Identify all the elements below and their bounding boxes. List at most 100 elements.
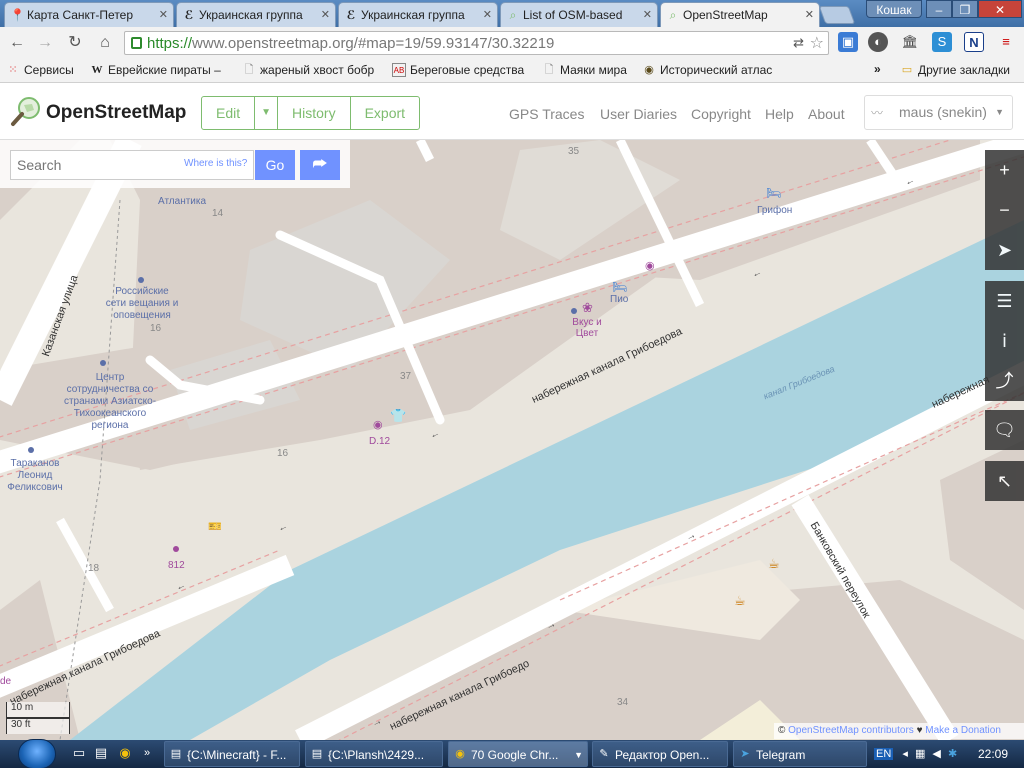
close-icon[interactable]: ✕ — [321, 8, 330, 21]
map-key-icon[interactable]: ⅰ — [985, 321, 1024, 361]
edit-dropdown-caret-icon[interactable]: ▼ — [255, 97, 279, 129]
minimize-button[interactable]: – — [926, 0, 952, 18]
export-button[interactable]: Export — [351, 97, 419, 129]
taskbar-item-chrome[interactable]: ◉ 70 Google Chr... ▼ — [448, 741, 588, 767]
start-button[interactable] — [18, 739, 56, 768]
close-icon[interactable]: ✕ — [483, 8, 492, 21]
osm-logo-icon[interactable] — [10, 96, 42, 128]
edit-button[interactable]: Edit — [202, 97, 256, 129]
bookmark-lighthouses[interactable]: 🗋 Маяки мира — [542, 63, 627, 77]
flower-shop-icon[interactable]: ❀ — [582, 300, 593, 316]
volume-icon[interactable]: ◀ — [932, 748, 940, 760]
donate-link[interactable]: Make a Donation — [925, 725, 1001, 736]
map-canvas[interactable]: Казанская улица набережная канала Грибое… — [0, 140, 1024, 740]
poi-label-atlantika[interactable]: Атлантика — [158, 196, 206, 208]
poi-label-d12[interactable]: D.12 — [369, 436, 390, 447]
extension-globe-icon[interactable]: ◐ — [868, 32, 888, 52]
directions-button[interactable]: ⮫ — [300, 150, 340, 180]
poi-label-center[interactable]: Центр сотрудничества со странами Азиатск… — [62, 372, 158, 432]
poi-label-person[interactable]: Тараканов Леонид Феликсович — [0, 458, 70, 494]
tab-openstreetmap[interactable]: ⌕ OpenStreetMap ✕ — [660, 2, 820, 27]
profile-button[interactable]: Кошак — [866, 0, 922, 18]
bookmarks-overflow-button[interactable]: » — [860, 62, 881, 76]
clothes-shop-icon[interactable]: 👕 — [390, 408, 406, 424]
nav-user-diaries[interactable]: User Diaries — [600, 106, 677, 122]
poi-label-pio[interactable]: Пио — [610, 294, 628, 306]
beauty-eye-icon[interactable]: ◉ — [645, 259, 655, 272]
zoom-out-icon[interactable]: − — [985, 190, 1024, 230]
office-dot-icon[interactable] — [100, 360, 106, 366]
close-icon[interactable]: ✕ — [643, 8, 652, 21]
share-icon[interactable]: ⤴ — [985, 361, 1024, 401]
tab-yandex-map[interactable]: 📍 Карта Санкт-Петер ✕ — [4, 2, 174, 27]
bookmark-beaver-tail[interactable]: 🗋 жареный хвост бобр — [242, 63, 375, 77]
home-icon[interactable]: ⌂ — [94, 33, 116, 53]
file-manager-icon[interactable]: ▤ — [92, 744, 110, 762]
query-features-icon[interactable]: ↖ — [985, 461, 1024, 501]
menu-icon[interactable]: ≡ — [996, 32, 1016, 52]
extension-n-icon[interactable]: N — [964, 32, 984, 52]
search-go-button[interactable]: Go — [255, 150, 295, 180]
maximize-button[interactable]: ❐ — [952, 0, 978, 18]
poi-label-grifon[interactable]: Грифон — [757, 205, 792, 217]
user-menu[interactable]: 〰 maus (snekin) ▼ — [864, 95, 1013, 130]
bookmark-coastal[interactable]: AB Береговые средства — [392, 63, 524, 77]
geolocate-icon[interactable]: ➤ — [985, 230, 1024, 270]
new-tab-button[interactable] — [818, 6, 856, 24]
tab-osm-list[interactable]: ⌕ List of OSM-based ✕ — [500, 2, 658, 27]
nav-gps-traces[interactable]: GPS Traces — [509, 106, 584, 122]
taskbar-item-telegram[interactable]: ➤ Telegram — [733, 741, 867, 767]
translate-icon[interactable]: ⇄ — [793, 35, 804, 51]
shop-dot-icon[interactable] — [173, 546, 179, 552]
osm-contributors-link[interactable]: OpenStreetMap contributors — [788, 725, 914, 736]
close-icon[interactable]: ✕ — [159, 8, 168, 21]
hotel-bed-icon[interactable]: 🛏 — [766, 186, 781, 200]
forward-icon[interactable]: → — [34, 33, 56, 53]
poi-label-russian-networks[interactable]: Российские сети вещания и оповещения — [104, 286, 180, 322]
other-bookmarks[interactable]: ▭ Другие закладки — [900, 63, 1010, 77]
poi-label-812[interactable]: 812 — [168, 560, 185, 571]
extension-museum-icon[interactable]: 🏛 — [900, 32, 920, 52]
chrome-icon[interactable]: ◉ — [116, 744, 134, 762]
office-dot-icon[interactable] — [138, 277, 144, 283]
poi-label-vkus-i-tsvet[interactable]: Вкус и Цвет — [566, 317, 608, 339]
close-icon[interactable]: ✕ — [805, 8, 814, 21]
tab-ukrainian-group-2[interactable]: ℰ Украинская группа ✕ — [338, 2, 498, 27]
bookmark-jewish-pirates[interactable]: W Еврейские пираты – — [90, 63, 221, 77]
hotel-bed-icon[interactable]: 🛏 — [612, 280, 627, 294]
network-icon[interactable]: ▦ — [915, 748, 925, 760]
taskbar-item-minecraft[interactable]: ▤ {C:\Minecraft} - F... — [164, 741, 300, 767]
nav-about[interactable]: About — [808, 106, 845, 122]
bookmark-star-icon[interactable]: ☆ — [810, 33, 824, 53]
cafe-cup-icon[interactable]: ☕ — [734, 593, 746, 609]
close-window-button[interactable]: ✕ — [978, 0, 1022, 18]
tray-expand-icon[interactable]: ◂ — [902, 748, 908, 760]
osm-brand[interactable]: OpenStreetMap — [46, 102, 186, 124]
taskbar-clock[interactable]: 22:09 — [978, 741, 1008, 767]
office-dot-icon[interactable] — [28, 447, 34, 453]
bookmark-services[interactable]: ⁙ Сервисы — [6, 63, 73, 77]
extension-screen-icon[interactable]: ▣ — [838, 32, 858, 52]
history-button[interactable]: History — [278, 97, 351, 129]
show-desktop-icon[interactable]: ▭ — [70, 744, 88, 762]
taskbar-item-editor[interactable]: ✎ Редактор Open... — [592, 741, 728, 767]
where-is-this-link[interactable]: Where is this? — [184, 158, 247, 169]
reload-icon[interactable]: ↻ — [64, 33, 86, 53]
bookmark-historical-atlas[interactable]: ◉ Исторический атлас — [642, 63, 772, 77]
tab-ukrainian-group-1[interactable]: ℰ Украинская группа ✕ — [176, 2, 336, 27]
beauty-eye-icon[interactable]: ◉ — [373, 418, 383, 431]
address-bar[interactable]: https://www.openstreetmap.org/#map=19/59… — [124, 31, 829, 55]
nav-copyright[interactable]: Copyright — [691, 106, 751, 122]
add-note-icon[interactable]: 🗨 — [985, 410, 1024, 450]
back-icon[interactable]: ← — [6, 33, 28, 53]
quicklaunch-overflow-icon[interactable]: » — [138, 744, 156, 762]
ticket-icon[interactable]: 🎫 — [208, 520, 222, 533]
taskbar-item-plansh[interactable]: ▤ {C:\Plansh\2429... — [305, 741, 443, 767]
nav-help[interactable]: Help — [765, 106, 794, 122]
cafe-cup-icon[interactable]: ☕ — [768, 556, 780, 572]
bluetooth-icon[interactable]: ✱ — [948, 748, 957, 760]
zoom-in-icon[interactable]: + — [985, 150, 1024, 190]
language-indicator[interactable]: EN — [874, 748, 894, 760]
layers-icon[interactable]: ☰ — [985, 281, 1024, 321]
extension-s-icon[interactable]: S — [932, 32, 952, 52]
